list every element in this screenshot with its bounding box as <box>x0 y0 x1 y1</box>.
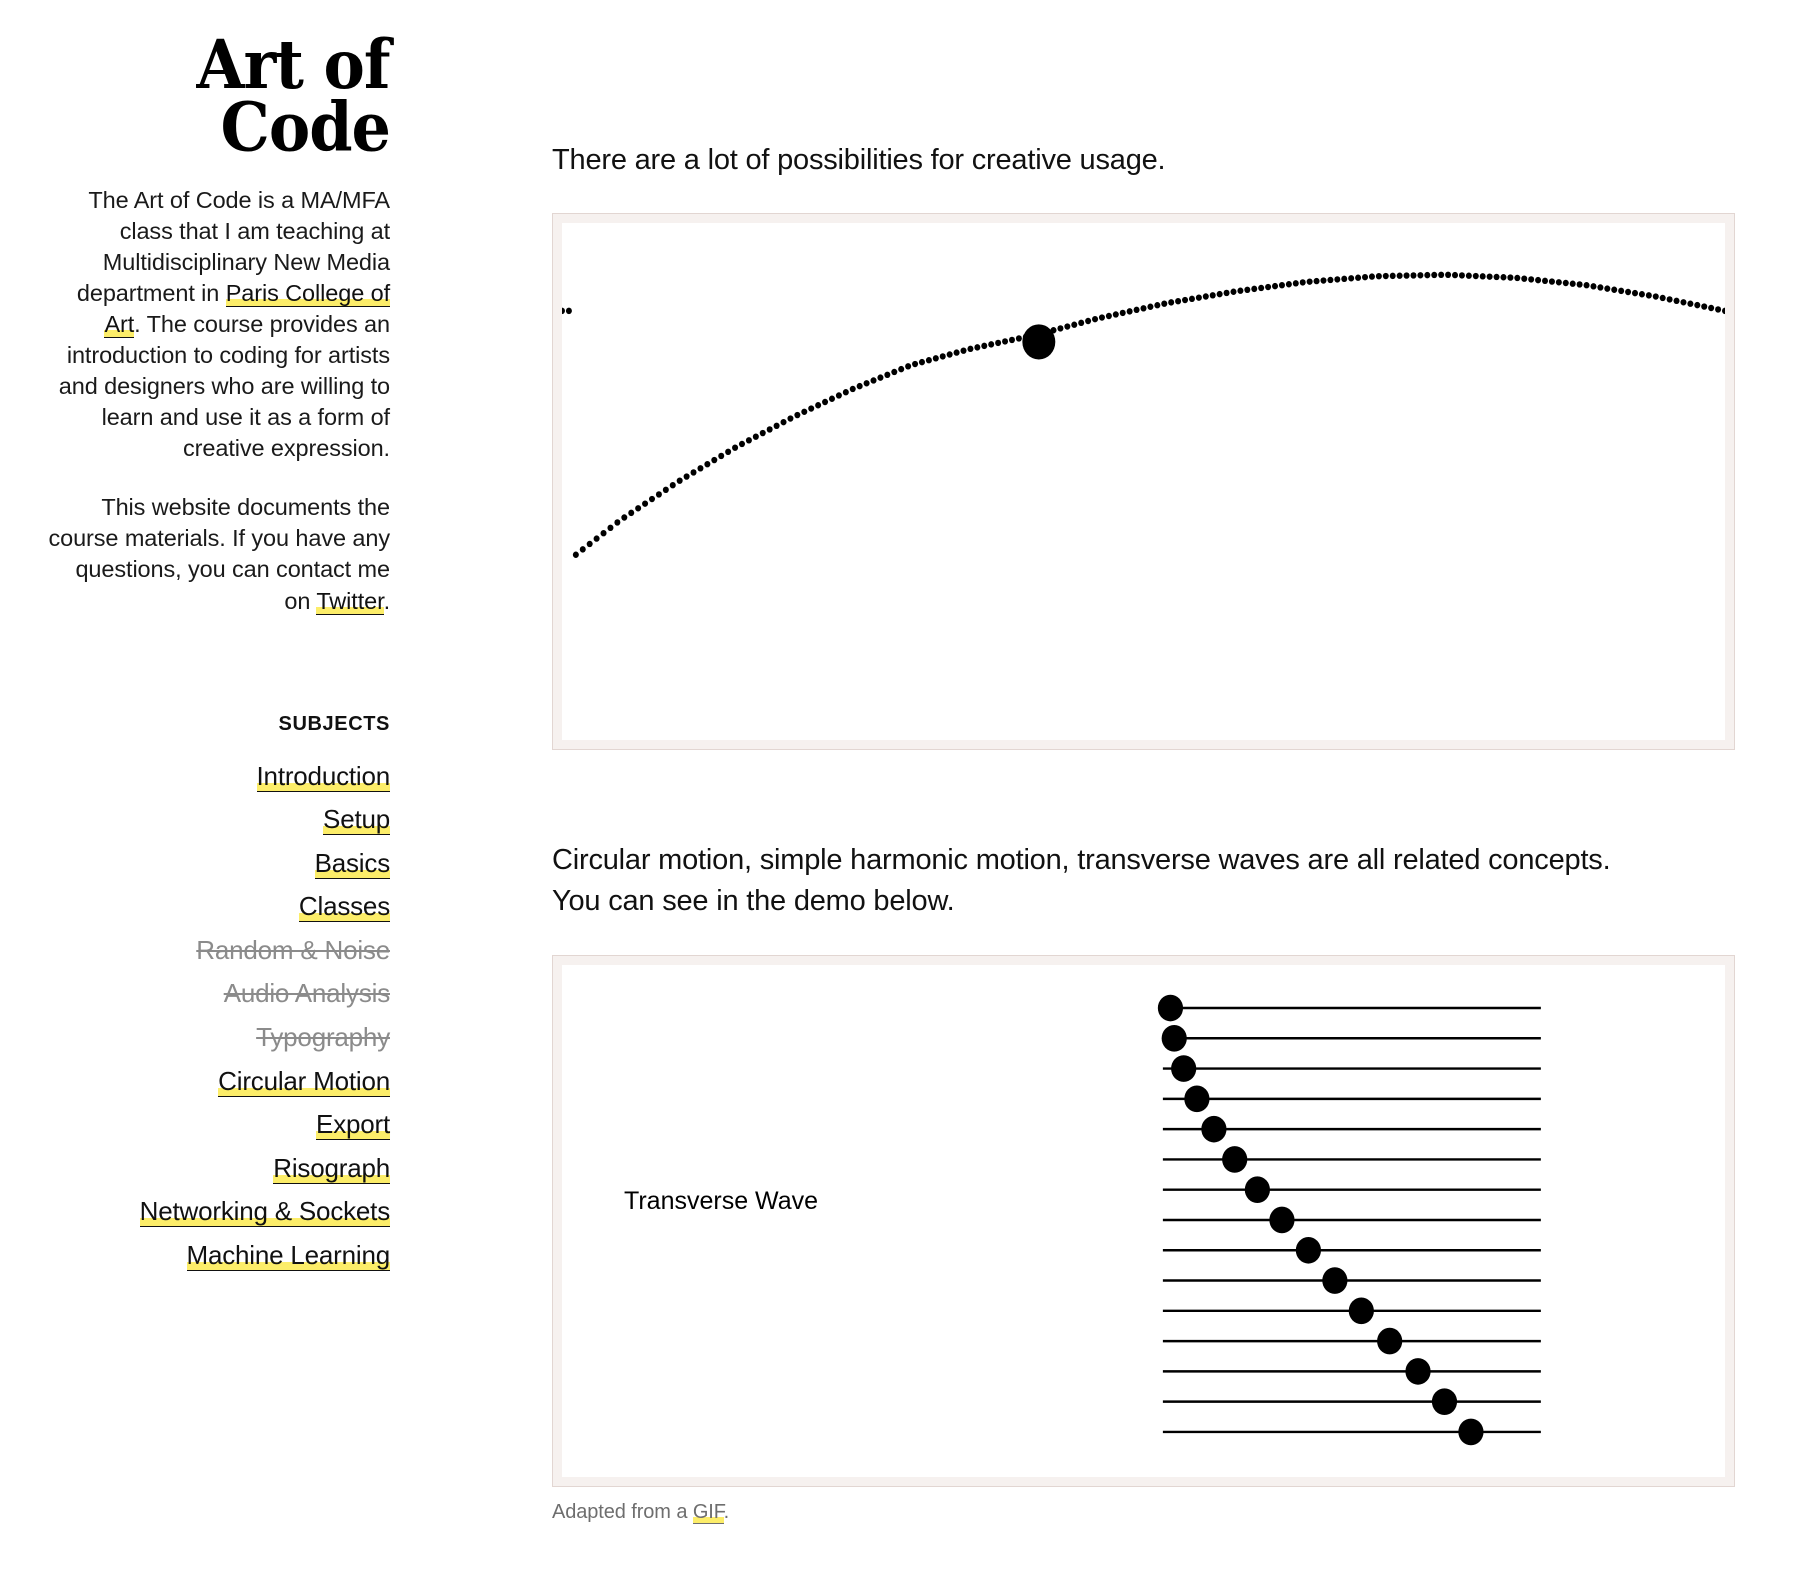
sidebar-intro: The Art of Code is a MA/MFA class that I… <box>0 185 452 616</box>
subject-link-setup[interactable]: Setup <box>323 804 390 836</box>
page-root: Art of Code The Art of Code is a MA/MFA … <box>0 0 1800 1580</box>
list-item: Setup <box>0 804 390 836</box>
logo-line-1: Art of <box>196 25 391 105</box>
subject-link-circular-motion[interactable]: Circular Motion <box>218 1065 390 1097</box>
dotted-arc-svg <box>562 271 1725 559</box>
demo-panel-wave-canvas[interactable]: Transverse Wave <box>562 964 1725 1477</box>
subject-link-typography: Typography <box>256 1022 390 1053</box>
subject-link-classes[interactable]: Classes <box>298 891 390 923</box>
subjects-nav: SUBJECTS Introduction Setup Basics Classes R… <box>0 712 452 1272</box>
lead-paragraph-1: There are a lot of possibilities for cre… <box>552 144 1166 176</box>
wave-guide-lines <box>1162 1006 1541 1433</box>
list-item: Introduction <box>0 760 390 792</box>
caption-text-a: Adapted from a <box>552 1500 693 1523</box>
subject-link-audio-analysis: Audio Analysis <box>223 978 391 1009</box>
link-gif-source[interactable]: GIF <box>692 1500 724 1524</box>
list-item: Audio Analysis <box>0 978 391 1009</box>
subjects-heading: SUBJECTS <box>278 712 390 735</box>
demo-caption: Adapted from a GIF. <box>552 1500 1735 1524</box>
caption-text-b: . <box>723 1500 730 1523</box>
subject-link-introduction[interactable]: Introduction <box>256 760 390 792</box>
list-item: Classes <box>0 891 390 923</box>
list-item: Risograph <box>0 1152 390 1184</box>
list-item: Circular Motion <box>0 1065 390 1097</box>
demo-panel-transverse-wave[interactable]: Transverse Wave <box>552 954 1735 1487</box>
demo-panel-arc-canvas[interactable] <box>562 223 1725 741</box>
subject-link-basics[interactable]: Basics <box>314 847 390 879</box>
demo-panel-arc[interactable] <box>552 213 1735 751</box>
list-item: Random & Noise <box>0 936 390 965</box>
logo-line-2: Code <box>220 87 391 167</box>
list-item: Typography <box>0 1023 390 1052</box>
list-item: Basics <box>0 847 390 879</box>
wave-demo-label: Transverse Wave <box>624 1186 819 1215</box>
subject-link-random-noise: Random & Noise <box>196 934 390 965</box>
link-twitter[interactable]: Twitter <box>316 587 384 615</box>
arc-marker-dot <box>1022 324 1056 360</box>
intro-text-2b: . <box>383 587 391 614</box>
transverse-wave-svg <box>1157 994 1541 1445</box>
intro-paragraph-2: This website documents the course materi… <box>48 492 390 616</box>
subject-link-export[interactable]: Export <box>316 1109 390 1141</box>
list-item: Machine Learning <box>0 1240 390 1272</box>
list-item: Export <box>0 1109 390 1141</box>
lead-paragraph-2: Circular motion, simple harmonic motion,… <box>552 844 1611 918</box>
dotted-arc-dots <box>562 271 1725 559</box>
subject-link-networking-sockets[interactable]: Networking & Sockets <box>139 1196 390 1228</box>
subjects-list: Introduction Setup Basics Classes Random & N… <box>0 760 391 1272</box>
sidebar: Art of Code The Art of Code is a MA/MFA … <box>0 0 452 1285</box>
subject-link-risograph[interactable]: Risograph <box>273 1152 390 1184</box>
list-item: Networking & Sockets <box>0 1196 390 1228</box>
intro-paragraph-1: The Art of Code is a MA/MFA class that I… <box>48 185 390 464</box>
main-content: There are a lot of possibilities for cre… <box>552 0 1800 1524</box>
site-logo[interactable]: Art of Code <box>0 25 452 160</box>
subject-link-machine-learning[interactable]: Machine Learning <box>186 1240 390 1272</box>
